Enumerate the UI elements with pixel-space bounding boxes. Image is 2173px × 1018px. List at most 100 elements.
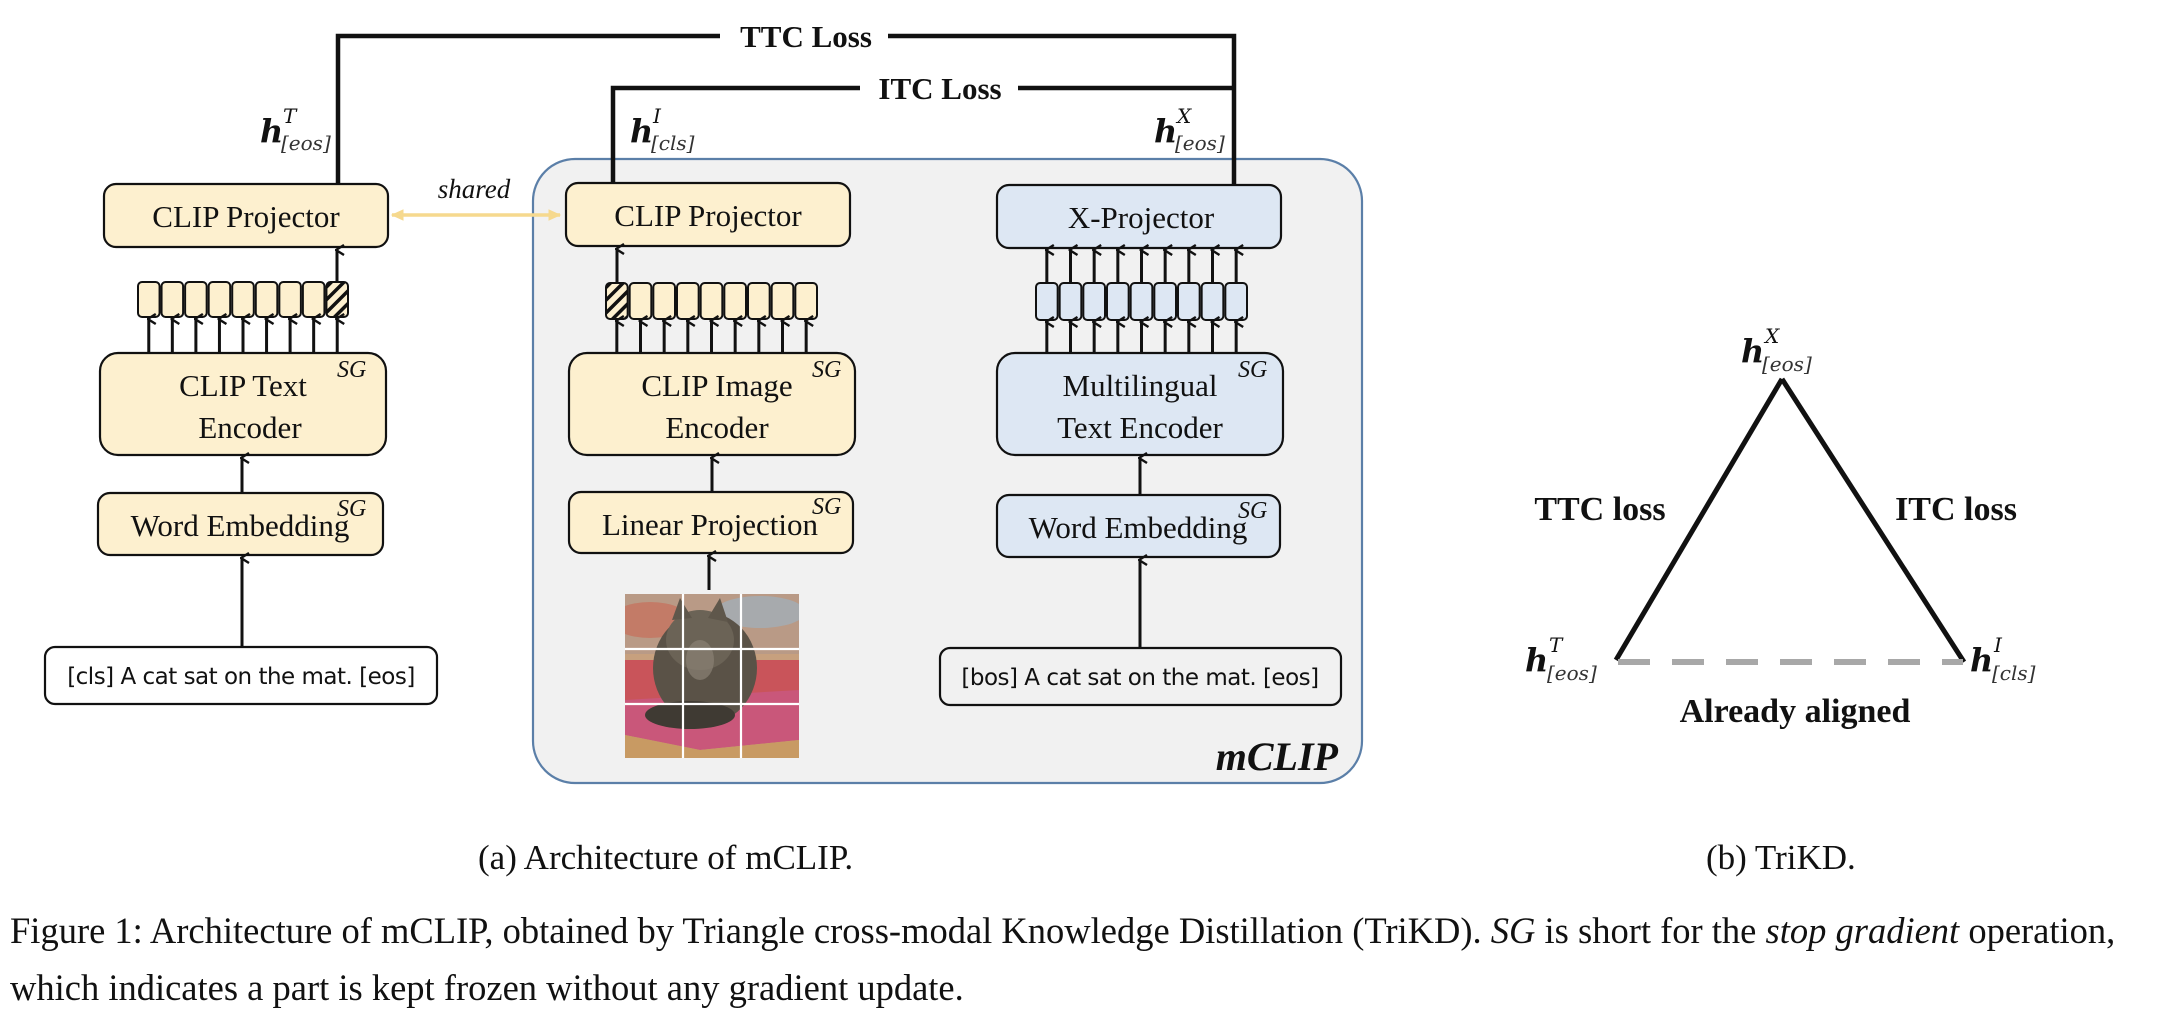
figure-caption: Figure 1: Architecture of mCLIP, obtaine… bbox=[10, 902, 2170, 1016]
subcaption-b: (b) TriKD. bbox=[1706, 838, 1856, 877]
svg-text:CLIP Projector: CLIP Projector bbox=[152, 199, 340, 234]
svg-text:CLIP Image: CLIP Image bbox=[641, 368, 792, 403]
text-token-arrows bbox=[149, 319, 337, 353]
trikd-h-x-eos: h X [eos] bbox=[1741, 324, 1812, 376]
token-cell bbox=[1035, 282, 1059, 321]
token-cell bbox=[1200, 282, 1225, 321]
shared-label: shared bbox=[438, 174, 511, 204]
svg-text:CLIP Text: CLIP Text bbox=[179, 368, 307, 403]
subcaption-a: (a) Architecture of mCLIP. bbox=[478, 838, 854, 877]
svg-text:X-Projector: X-Projector bbox=[1068, 200, 1215, 235]
h-text-eos-label: h T [eos] bbox=[260, 104, 331, 155]
token-cell bbox=[207, 281, 232, 318]
sg-tag: SG bbox=[1238, 498, 1267, 524]
svg-text:h: h bbox=[260, 112, 283, 150]
token-cell bbox=[231, 281, 255, 318]
svg-text:[cls] A cat sat on the mat. [e: [cls] A cat sat on the mat. [eos] bbox=[67, 664, 415, 690]
text-clip-projector: CLIP Projector bbox=[102, 182, 390, 249]
token-cell bbox=[652, 282, 676, 320]
token-cell bbox=[254, 281, 279, 318]
svg-text:Word Embedding: Word Embedding bbox=[131, 508, 350, 543]
ttc-loss-label: TTC Loss bbox=[740, 19, 872, 54]
sg-tag: SG bbox=[812, 494, 841, 520]
image-clip-projector: CLIP Projector bbox=[564, 181, 852, 248]
svg-text:[cls]: [cls] bbox=[1992, 661, 2036, 685]
sg-tag: SG bbox=[337, 496, 366, 522]
svg-text:[eos]: [eos] bbox=[1175, 131, 1225, 155]
sg-tag: SG bbox=[812, 357, 841, 383]
caption-mid: is short for the bbox=[1535, 910, 1766, 951]
trikd-itc-loss-label: ITC loss bbox=[1895, 491, 2017, 528]
svg-text:T: T bbox=[1549, 633, 1564, 657]
token-cell bbox=[1058, 282, 1083, 321]
trikd-h-text-eos: h T [eos] bbox=[1525, 633, 1597, 685]
svg-text:T: T bbox=[283, 104, 298, 128]
svg-text:Multilingual: Multilingual bbox=[1063, 368, 1218, 403]
svg-text:h: h bbox=[1154, 112, 1177, 150]
x-input-box: [bos] A cat sat on the mat. [eos] bbox=[938, 646, 1343, 707]
token-cell bbox=[770, 282, 795, 320]
trikd-h-image-cls: h I [cls] bbox=[1970, 633, 2036, 685]
text-input-box: [cls] A cat sat on the mat. [eos] bbox=[43, 645, 439, 706]
h-x-eos-label: h X [eos] bbox=[1154, 104, 1225, 155]
svg-text:[eos]: [eos] bbox=[281, 131, 331, 155]
token-cell bbox=[1129, 282, 1154, 321]
caption-stop-gradient: stop gradient bbox=[1765, 910, 1960, 951]
token-cell bbox=[301, 281, 326, 318]
svg-text:Encoder: Encoder bbox=[198, 410, 302, 445]
token-cell bbox=[699, 282, 724, 320]
token-cell bbox=[184, 281, 208, 318]
token-cell bbox=[160, 281, 185, 318]
token-cell bbox=[628, 282, 653, 320]
trikd-aligned-label: Already aligned bbox=[1680, 693, 1911, 730]
svg-text:h: h bbox=[1741, 332, 1764, 370]
linear-projection-box: Linear Projection SG bbox=[567, 490, 855, 555]
token-cell bbox=[278, 281, 302, 318]
token-cell bbox=[1106, 282, 1130, 321]
sg-tag: SG bbox=[337, 357, 366, 383]
itc-loss-label: ITC Loss bbox=[878, 71, 1001, 106]
multilingual-encoder-box: Multilingual Text Encoder SG bbox=[995, 351, 1285, 457]
mclip-label: mCLIP bbox=[1216, 734, 1339, 779]
special-token-cell bbox=[325, 281, 350, 318]
trikd-ttc-loss-label: TTC loss bbox=[1534, 491, 1665, 528]
svg-text:h: h bbox=[630, 112, 653, 150]
svg-text:h: h bbox=[1525, 641, 1548, 679]
text-word-embedding-box: Word Embedding SG bbox=[96, 491, 385, 557]
svg-text:Word Embedding: Word Embedding bbox=[1029, 510, 1248, 545]
x-projector: X-Projector bbox=[995, 183, 1283, 250]
text-token-row bbox=[137, 281, 350, 318]
svg-text:Linear Projection: Linear Projection bbox=[602, 507, 819, 542]
svg-text:[eos]: [eos] bbox=[1762, 352, 1812, 376]
svg-text:I: I bbox=[652, 104, 662, 128]
svg-text:I: I bbox=[1993, 633, 2003, 657]
token-cell bbox=[1082, 282, 1107, 321]
special-token-cell bbox=[605, 282, 629, 320]
svg-text:X: X bbox=[1175, 104, 1192, 128]
token-cell bbox=[137, 281, 161, 318]
text-encoder-box: CLIP Text Encoder SG bbox=[98, 351, 388, 457]
token-cell bbox=[1153, 282, 1178, 321]
token-cell bbox=[1224, 282, 1249, 321]
svg-text:Text Encoder: Text Encoder bbox=[1057, 410, 1223, 445]
token-cell bbox=[747, 282, 771, 320]
sg-tag: SG bbox=[1238, 357, 1267, 383]
svg-text:[bos] A cat sat on the mat. [e: [bos] A cat sat on the mat. [eos] bbox=[961, 665, 1318, 691]
svg-text:[cls]: [cls] bbox=[651, 131, 695, 155]
cat-input-image bbox=[625, 594, 799, 758]
image-encoder-box: CLIP Image Encoder SG bbox=[567, 351, 857, 457]
svg-text:X: X bbox=[1763, 324, 1780, 348]
svg-text:CLIP Projector: CLIP Projector bbox=[614, 198, 802, 233]
x-token-row bbox=[1035, 282, 1249, 321]
svg-text:h: h bbox=[1970, 641, 1993, 679]
h-image-cls-label: h I [cls] bbox=[630, 104, 695, 155]
caption-sg: SG bbox=[1490, 910, 1536, 951]
svg-text:Encoder: Encoder bbox=[665, 410, 769, 445]
token-cell bbox=[1177, 282, 1201, 321]
caption-prefix: Figure 1: Architecture of mCLIP, obtaine… bbox=[10, 910, 1491, 951]
x-word-embedding-box: Word Embedding SG bbox=[995, 493, 1282, 559]
token-cell bbox=[723, 282, 747, 320]
token-cell bbox=[676, 282, 700, 320]
image-token-row bbox=[605, 282, 818, 320]
svg-text:[eos]: [eos] bbox=[1547, 661, 1597, 685]
